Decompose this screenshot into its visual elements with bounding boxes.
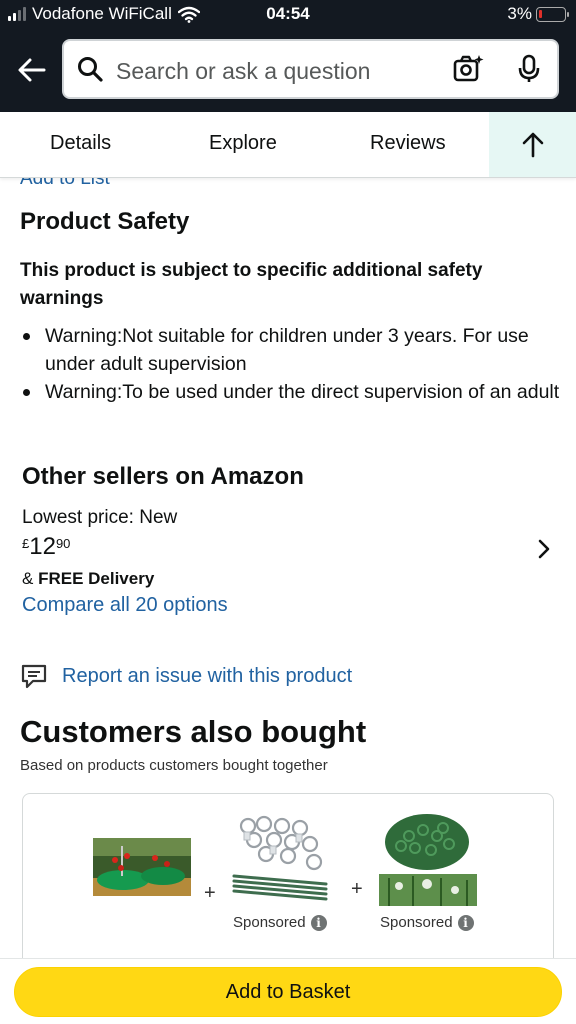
section-tabs: Details Explore Reviews <box>0 112 576 178</box>
info-icon[interactable]: i <box>457 914 474 931</box>
product-image-planter[interactable] <box>93 838 191 896</box>
bundle-card[interactable]: + Sponsored i + Sponsored i <box>22 793 554 973</box>
search-input[interactable]: Search or ask a question <box>116 58 370 85</box>
product-safety-heading: Product Safety <box>20 208 190 235</box>
safety-warnings-list: Warning:Not suitable for children under … <box>20 322 565 406</box>
microphone-icon[interactable] <box>516 54 542 84</box>
lowest-price-label: Lowest price: New <box>22 507 178 528</box>
battery-icon <box>536 6 569 22</box>
plus-sign: + <box>351 878 363 900</box>
customers-also-bought-heading: Customers also bought <box>20 714 367 749</box>
compare-options-link[interactable]: Compare all 20 options <box>22 594 228 617</box>
customers-also-bought-subheading: Based on products customers bought toget… <box>20 757 328 774</box>
bottom-action-bar: Add to Basket <box>0 958 576 1024</box>
chevron-right-icon[interactable] <box>536 538 552 560</box>
status-bar: Vodafone WiFiCall 04:54 3% <box>0 0 576 30</box>
clock-time: 04:54 <box>266 4 310 23</box>
sponsored-label: Sponsored i <box>233 914 327 931</box>
tab-explore[interactable]: Explore <box>209 132 277 155</box>
list-item: Warning:To be used under the direct supe… <box>20 378 565 406</box>
report-issue-label: Report an issue with this product <box>62 664 353 687</box>
lowest-price: £1290 <box>22 533 70 561</box>
back-arrow-icon[interactable] <box>14 52 50 88</box>
arrow-up-icon <box>522 132 543 157</box>
scroll-to-top-button[interactable] <box>489 112 576 177</box>
product-image-plant-clips[interactable] <box>230 814 330 910</box>
sponsored-text: Sponsored <box>380 914 453 931</box>
camera-icon[interactable] <box>452 54 484 84</box>
search-bar[interactable]: Search or ask a question <box>62 39 559 99</box>
report-issue-link[interactable]: Report an issue with this product <box>20 662 352 690</box>
delivery-prefix: & <box>22 569 39 588</box>
battery-percent: 3% <box>507 4 532 23</box>
feedback-icon <box>21 664 47 689</box>
info-icon[interactable]: i <box>310 914 327 931</box>
price-whole: 12 <box>29 533 56 560</box>
safety-subheading: This product is subject to specific addi… <box>20 260 483 309</box>
other-sellers-heading: Other sellers on Amazon <box>22 463 304 490</box>
sponsored-text: Sponsored <box>233 914 306 931</box>
add-to-basket-button[interactable]: Add to Basket <box>14 967 562 1017</box>
app-header: Search or ask a question <box>0 30 576 112</box>
delivery-info: & FREE Delivery <box>22 569 154 589</box>
free-delivery-label: FREE Delivery <box>38 569 155 588</box>
tab-reviews[interactable]: Reviews <box>370 132 446 155</box>
sponsored-label: Sponsored i <box>380 914 474 931</box>
product-image-garden-ties[interactable] <box>379 812 477 906</box>
search-icon <box>78 57 103 82</box>
price-fraction: 90 <box>55 536 71 551</box>
price-currency: £ <box>22 536 30 551</box>
plus-sign: + <box>204 882 216 904</box>
list-item: Warning:Not suitable for children under … <box>20 322 565 378</box>
tab-details[interactable]: Details <box>50 132 111 155</box>
